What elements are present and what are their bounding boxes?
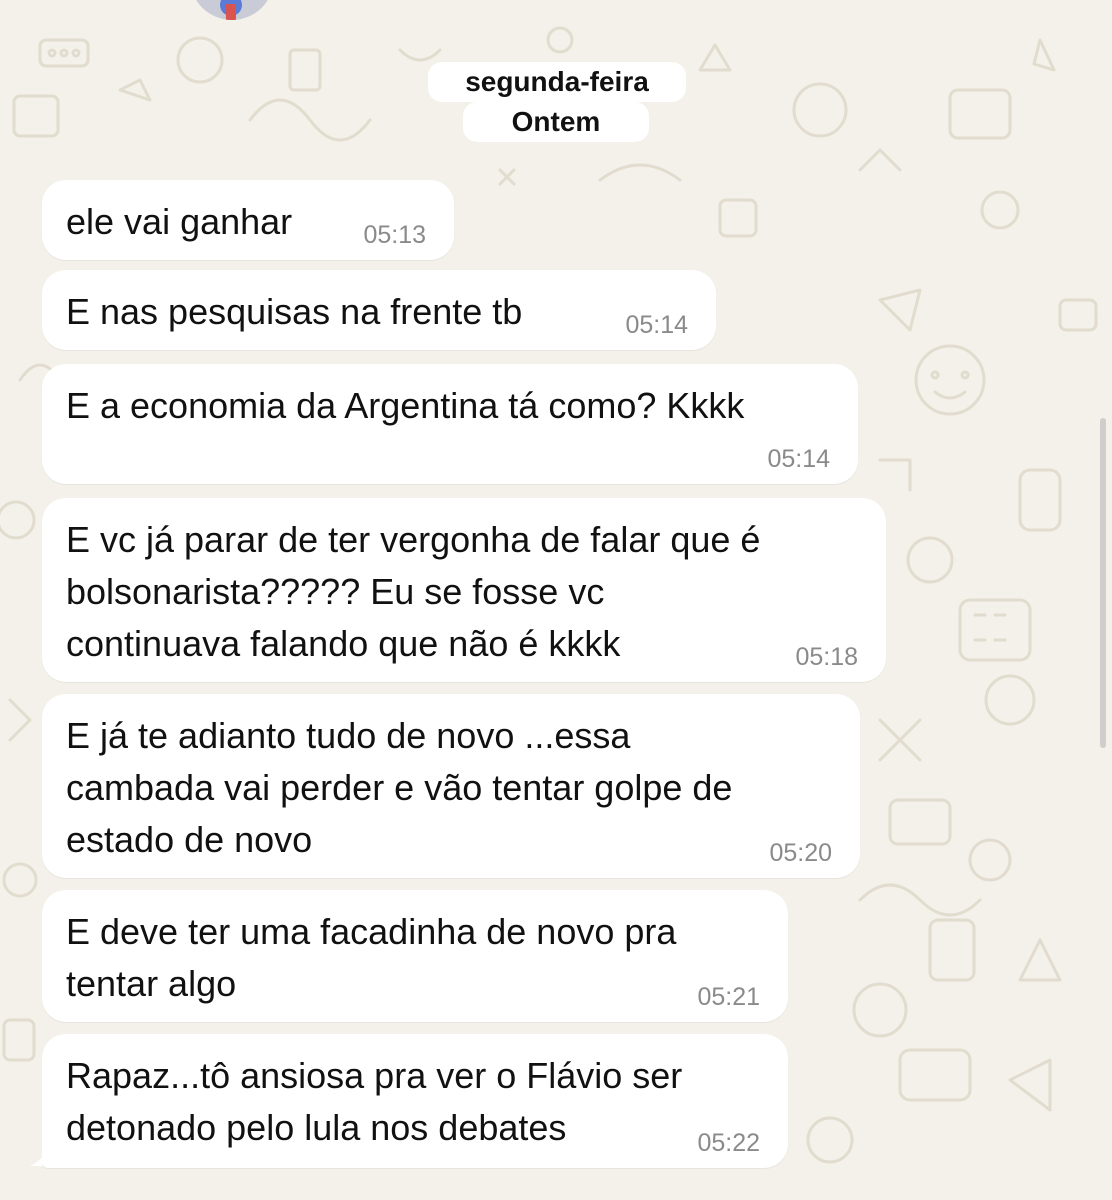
message-bubble[interactable]: ele vai ganhar 05:13	[42, 180, 454, 260]
message-bubble[interactable]: E já te adianto tudo de novo ...essa cam…	[42, 694, 860, 878]
message-timestamp: 05:18	[795, 643, 858, 671]
date-chip-relative: Ontem	[463, 102, 649, 142]
chat-scrollbar[interactable]	[1100, 418, 1106, 748]
message-timestamp: 05:13	[363, 221, 426, 249]
message-text: E vc já parar de ter vergonha de falar q…	[66, 519, 761, 664]
message-text: E deve ter uma facadinha de novo pra ten…	[66, 911, 677, 1004]
message-bubble[interactable]: E deve ter uma facadinha de novo pra ten…	[42, 890, 788, 1022]
message-text: E nas pesquisas na frente tb	[66, 291, 523, 332]
message-text: Rapaz...tô ansiosa pra ver o Flávio ser …	[66, 1055, 683, 1148]
message-bubble[interactable]: Rapaz...tô ansiosa pra ver o Flávio ser …	[42, 1034, 788, 1168]
message-timestamp: 05:22	[697, 1129, 760, 1157]
message-text: E já te adianto tudo de novo ...essa cam…	[66, 715, 733, 860]
message-timestamp: 05:14	[625, 311, 688, 339]
message-bubble[interactable]: E a economia da Argentina tá como? Kkkk …	[42, 364, 858, 484]
message-bubble[interactable]: E nas pesquisas na frente tb 05:14	[42, 270, 716, 350]
message-timestamp: 05:14	[767, 445, 830, 473]
avatar-figure-body	[226, 4, 236, 20]
message-timestamp: 05:21	[697, 983, 760, 1011]
date-chip-weekday: segunda-feira	[428, 62, 686, 102]
message-bubble[interactable]: E vc já parar de ter vergonha de falar q…	[42, 498, 886, 682]
message-timestamp: 05:20	[769, 839, 832, 867]
message-text: E a economia da Argentina tá como? Kkkk	[66, 385, 745, 426]
